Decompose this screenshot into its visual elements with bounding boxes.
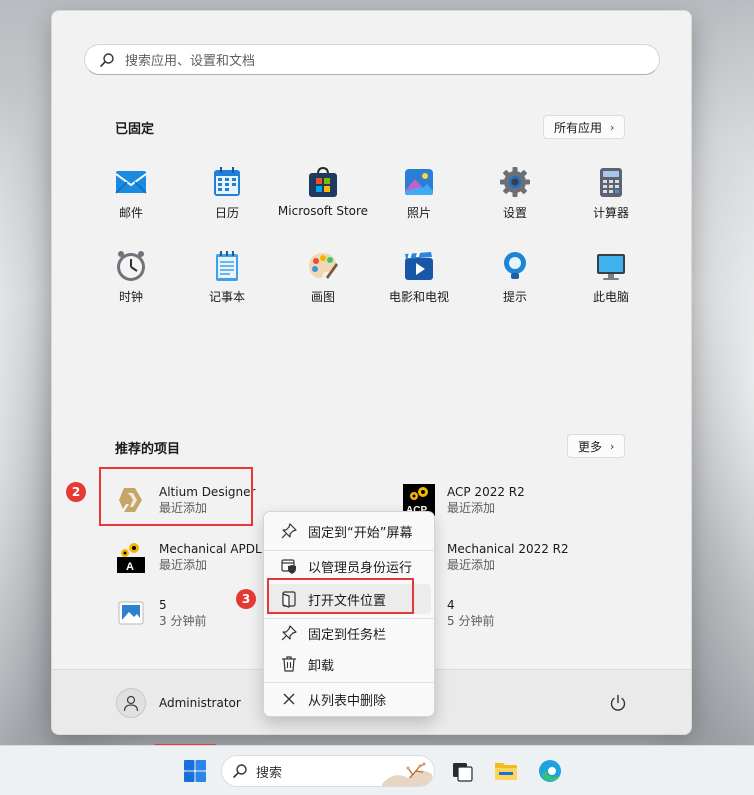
notepad-icon xyxy=(216,251,238,281)
pinned-app-this-pc[interactable]: 此电脑 xyxy=(564,245,658,315)
all-apps-button[interactable]: 所有应用 › xyxy=(543,115,626,139)
start-search-input[interactable]: 搜索应用、设置和文档 xyxy=(84,44,660,75)
svg-text:A: A xyxy=(126,561,134,573)
highlight-open-file-location xyxy=(267,578,414,614)
user-account-button[interactable]: Administrator xyxy=(116,688,241,718)
recommended-title: 推荐的项目 xyxy=(115,442,181,457)
clock-icon xyxy=(117,251,145,281)
pinned-app-settings[interactable]: 设置 xyxy=(468,161,562,231)
highlight-altium-designer xyxy=(99,467,253,526)
pinned-app-calculator[interactable]: 计算器 xyxy=(564,161,658,231)
pinned-title: 已固定 xyxy=(115,122,155,137)
app-label: 此电脑 xyxy=(592,290,629,304)
edge-browser-icon[interactable] xyxy=(538,759,562,783)
recommended-item-mechanical-apdl[interactable]: A Mechanical APDL 20 最近添加 xyxy=(115,537,281,577)
mail-icon xyxy=(115,171,147,194)
search-highlight-illustration-icon xyxy=(382,762,432,786)
power-icon[interactable] xyxy=(609,694,627,712)
app-label: 记事本 xyxy=(208,290,245,304)
recommended-sub: 最近添加 xyxy=(447,501,496,515)
app-label: 照片 xyxy=(406,206,431,220)
ctx-label: 固定到“开始”屏幕 xyxy=(308,525,413,541)
ctx-label: 卸载 xyxy=(308,658,335,674)
pinned-app-notepad[interactable]: 记事本 xyxy=(180,245,274,315)
taskbar: 搜索 xyxy=(0,745,754,795)
search-icon xyxy=(233,764,247,778)
pinned-app-paint[interactable]: 画图 xyxy=(276,245,370,315)
ctx-pin-to-start[interactable]: 固定到“开始”屏幕 xyxy=(268,516,431,546)
search-icon xyxy=(100,52,114,67)
ctx-label: 从列表中删除 xyxy=(308,693,387,709)
taskbar-search-placeholder: 搜索 xyxy=(256,765,283,781)
pinned-app-clock[interactable]: 时钟 xyxy=(84,245,178,315)
pinned-app-tips[interactable]: 提示 xyxy=(468,245,562,315)
pinned-app-calendar[interactable]: 日历 xyxy=(180,161,274,231)
more-button[interactable]: 更多 › xyxy=(567,434,626,458)
tips-icon xyxy=(504,252,526,279)
recommended-sub: 3 分钟前 xyxy=(159,614,207,628)
close-icon xyxy=(283,693,295,705)
file-explorer-icon[interactable] xyxy=(494,759,518,783)
task-view-icon[interactable] xyxy=(450,759,474,783)
app-label: 日历 xyxy=(214,206,239,220)
recommended-name: ACP 2022 R2 xyxy=(447,485,525,499)
calendar-icon xyxy=(214,167,240,196)
pin-icon xyxy=(281,523,297,539)
windows-start-icon[interactable] xyxy=(183,759,207,783)
recommended-name: 4 xyxy=(447,598,455,612)
recommended-sub: 最近添加 xyxy=(447,558,496,572)
gear-icon xyxy=(500,167,530,197)
movies-icon xyxy=(405,252,433,280)
chevron-right-icon: › xyxy=(610,439,615,453)
app-label: 时钟 xyxy=(118,290,143,304)
app-label: 计算器 xyxy=(592,206,629,220)
this-pc-icon xyxy=(597,254,625,280)
ctx-pin-to-taskbar[interactable]: 固定到任务栏 xyxy=(268,618,431,648)
recommended-name: Mechanical 2022 R2 xyxy=(447,542,569,556)
calculator-icon xyxy=(600,168,622,197)
user-icon xyxy=(123,695,139,712)
app-label: 电影和电视 xyxy=(388,290,449,304)
recommended-name: 5 xyxy=(159,598,167,612)
app-label: 提示 xyxy=(502,290,527,304)
context-menu: 固定到“开始”屏幕 以管理员身份运行 打开文件位置 固定到任务栏 卸载 从列表中… xyxy=(263,511,435,717)
divider xyxy=(264,682,434,683)
pinned-app-store[interactable]: Microsoft Store xyxy=(276,161,370,231)
chevron-right-icon: › xyxy=(610,120,615,134)
ctx-run-as-admin[interactable]: 以管理员身份运行 xyxy=(268,551,431,581)
recommended-item-5[interactable]: 5 3 分钟前 xyxy=(115,593,206,633)
user-name: Administrator xyxy=(159,696,241,710)
more-label: 更多 xyxy=(578,439,603,454)
image-file-icon xyxy=(118,601,144,625)
paint-icon xyxy=(308,253,338,279)
recommended-sub: 5 分钟前 xyxy=(447,614,495,628)
pinned-app-mail[interactable]: 邮件 xyxy=(84,161,178,231)
annotation-badge-2: 2 xyxy=(66,482,86,502)
ctx-label: 以管理员身份运行 xyxy=(308,560,413,576)
all-apps-label: 所有应用 xyxy=(554,120,603,135)
app-label: Microsoft Store xyxy=(277,204,369,218)
ctx-remove-from-list[interactable]: 从列表中删除 xyxy=(268,684,431,714)
mechanical-apdl-icon: A xyxy=(117,543,145,573)
shield-icon xyxy=(281,559,296,574)
avatar xyxy=(116,688,146,718)
pinned-app-movies-tv[interactable]: 电影和电视 xyxy=(372,245,466,315)
app-label: 设置 xyxy=(502,206,527,220)
ctx-uninstall[interactable]: 卸载 xyxy=(268,649,431,679)
search-placeholder: 搜索应用、设置和文档 xyxy=(125,54,256,69)
pin-icon xyxy=(281,625,297,641)
app-label: 画图 xyxy=(310,290,335,304)
taskbar-search-input[interactable]: 搜索 xyxy=(221,755,435,787)
annotation-badge-3: 3 xyxy=(236,589,256,609)
pinned-app-photos[interactable]: 照片 xyxy=(372,161,466,231)
photos-icon xyxy=(405,169,433,195)
trash-icon xyxy=(282,656,296,672)
ctx-label: 固定到任务栏 xyxy=(308,627,387,643)
store-icon xyxy=(309,166,337,197)
app-label: 邮件 xyxy=(118,206,143,220)
